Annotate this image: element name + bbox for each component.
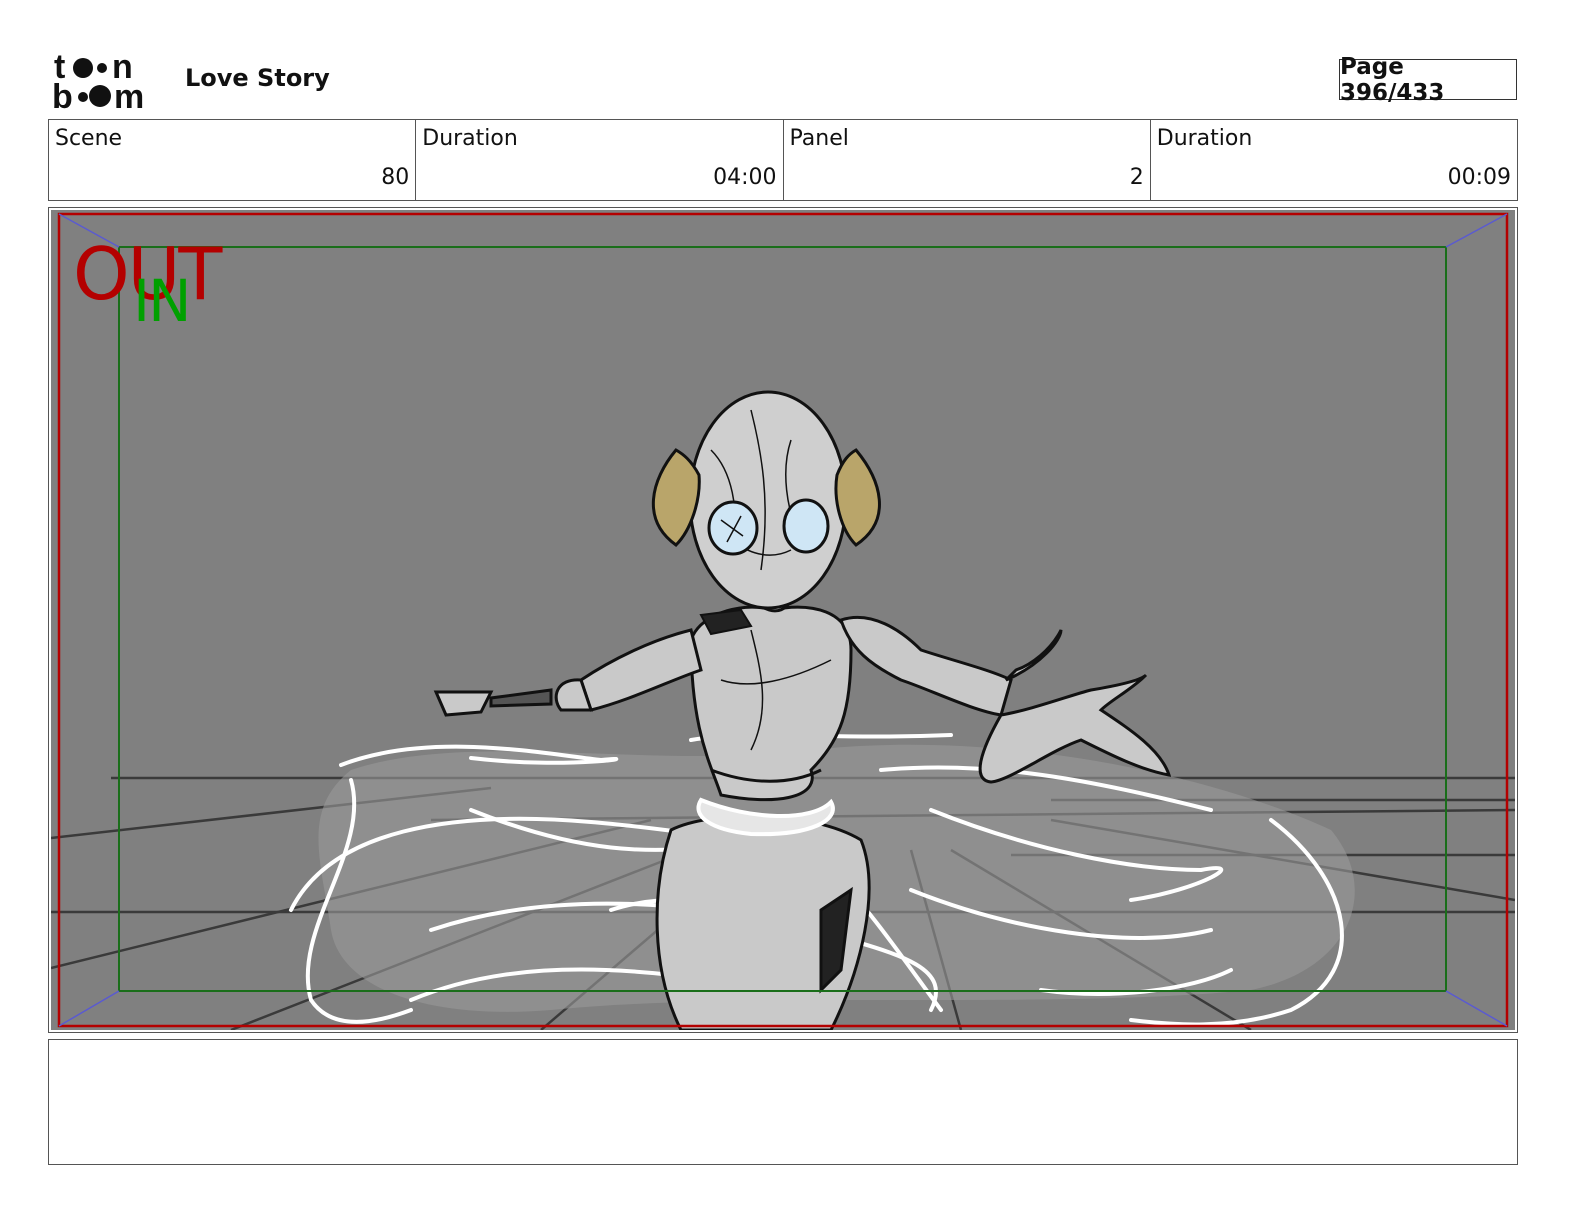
storyboard-panel-drawing	[51, 210, 1515, 1030]
scene-label: Scene	[55, 126, 123, 151]
right-eye-icon	[782, 498, 830, 554]
panel-duration-value: 00:09	[1447, 165, 1511, 190]
scene-duration-cell: Duration 04:00	[416, 120, 784, 200]
scene-duration-label: Duration	[422, 126, 518, 151]
toon-boom-logo: t n b m	[52, 50, 144, 112]
scene-cell: Scene 80	[49, 120, 417, 200]
svg-text:b: b	[52, 78, 73, 112]
character-legs	[655, 814, 871, 1030]
panel-cell: Panel 2	[784, 120, 1151, 200]
camera-in-label: IN	[133, 267, 191, 335]
panel-value: 2	[1129, 165, 1144, 190]
panel-duration-cell: Duration 00:09	[1151, 120, 1517, 200]
panel-info-row: Scene 80 Duration 04:00 Panel 2 Duration…	[48, 119, 1518, 201]
panel-notes	[48, 1039, 1518, 1165]
project-title: Love Story	[185, 64, 330, 92]
page-indicator: Page 396/433	[1339, 54, 1517, 106]
panel-label: Panel	[789, 126, 849, 151]
svg-text:m: m	[114, 78, 144, 112]
scene-value: 80	[381, 165, 410, 190]
panel-duration-label: Duration	[1156, 126, 1253, 151]
scene-duration-value: 04:00	[713, 165, 777, 190]
